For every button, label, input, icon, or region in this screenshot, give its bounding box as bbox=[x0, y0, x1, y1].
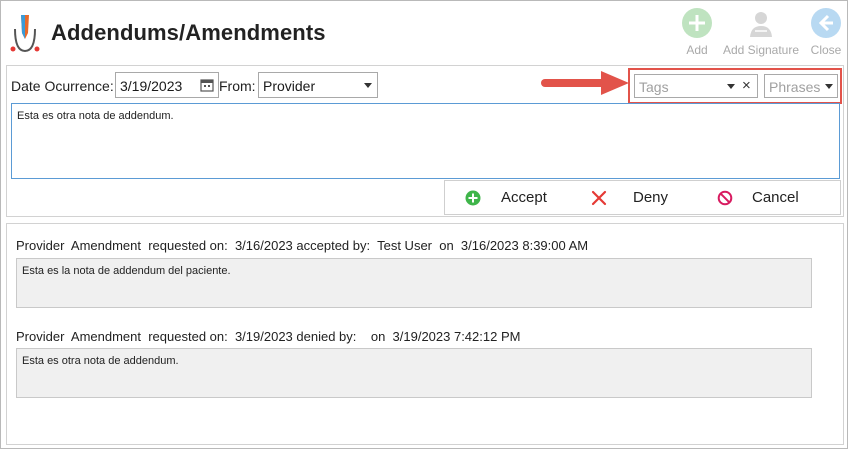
note-textarea[interactable]: Esta es otra nota de addendum. bbox=[11, 103, 840, 179]
x-icon bbox=[591, 190, 607, 205]
prohibited-icon bbox=[717, 190, 733, 205]
tags-placeholder: Tags bbox=[639, 79, 669, 95]
addendums-window: Addendums/Amendments Add Add Signature C… bbox=[0, 0, 848, 449]
tags-select[interactable]: Tags × bbox=[634, 74, 758, 98]
plus-circle-icon bbox=[465, 190, 481, 205]
arrow-right-icon bbox=[541, 71, 629, 95]
from-select[interactable]: Provider bbox=[258, 72, 378, 98]
person-signature-icon bbox=[750, 12, 772, 37]
from-value: Provider bbox=[263, 78, 316, 94]
phrases-placeholder: Phrases bbox=[769, 79, 821, 95]
calendar-icon[interactable] bbox=[200, 78, 214, 92]
close-button[interactable]: Close bbox=[786, 7, 848, 61]
arrow-left-circle-icon bbox=[811, 8, 841, 38]
cancel-label: Cancel bbox=[752, 189, 799, 206]
plus-circle-icon bbox=[682, 8, 712, 38]
accept-button[interactable]: Accept bbox=[465, 181, 575, 214]
chevron-down-icon bbox=[727, 84, 735, 89]
deny-label: Deny bbox=[633, 189, 669, 206]
cancel-button[interactable]: Cancel bbox=[717, 181, 827, 214]
close-button-label: Close bbox=[810, 43, 842, 57]
chevron-down-icon bbox=[825, 84, 833, 89]
history-entry-body: Esta es la nota de addendum del paciente… bbox=[22, 265, 231, 277]
amendment-edit-panel: Date Ocurrence: 3/19/2023 From: Provider… bbox=[6, 65, 844, 217]
history-entry-header: Provider Amendment requested on: 3/19/20… bbox=[16, 329, 521, 344]
deny-button[interactable]: Deny bbox=[591, 181, 691, 214]
window-header: Addendums/Amendments Add Add Signature C… bbox=[1, 1, 847, 65]
chevron-down-icon bbox=[364, 83, 372, 88]
phrases-select[interactable]: Phrases bbox=[764, 74, 838, 98]
history-entry-header: Provider Amendment requested on: 3/16/20… bbox=[16, 238, 589, 253]
pen-nib-logo-icon bbox=[10, 15, 40, 53]
amendment-history: Provider Amendment requested on: 3/16/20… bbox=[6, 223, 844, 445]
history-entry-text: Esta es la nota de addendum del paciente… bbox=[16, 258, 812, 308]
history-entry-text: Esta es otra nota de addendum. bbox=[16, 348, 812, 398]
clear-icon[interactable]: × bbox=[742, 77, 751, 94]
page-title: Addendums/Amendments bbox=[51, 20, 326, 45]
note-text: Esta es otra nota de addendum. bbox=[17, 110, 174, 122]
history-entry-body: Esta es otra nota de addendum. bbox=[22, 355, 179, 367]
add-button-label: Add bbox=[686, 43, 708, 57]
accept-label: Accept bbox=[501, 189, 547, 206]
date-value: 3/19/2023 bbox=[120, 78, 183, 94]
action-bar: Accept Deny Cancel bbox=[444, 180, 841, 215]
date-ocurrence-input[interactable]: 3/19/2023 bbox=[115, 72, 219, 98]
from-label: From: bbox=[219, 78, 256, 94]
date-label: Date Ocurrence: bbox=[11, 78, 114, 94]
